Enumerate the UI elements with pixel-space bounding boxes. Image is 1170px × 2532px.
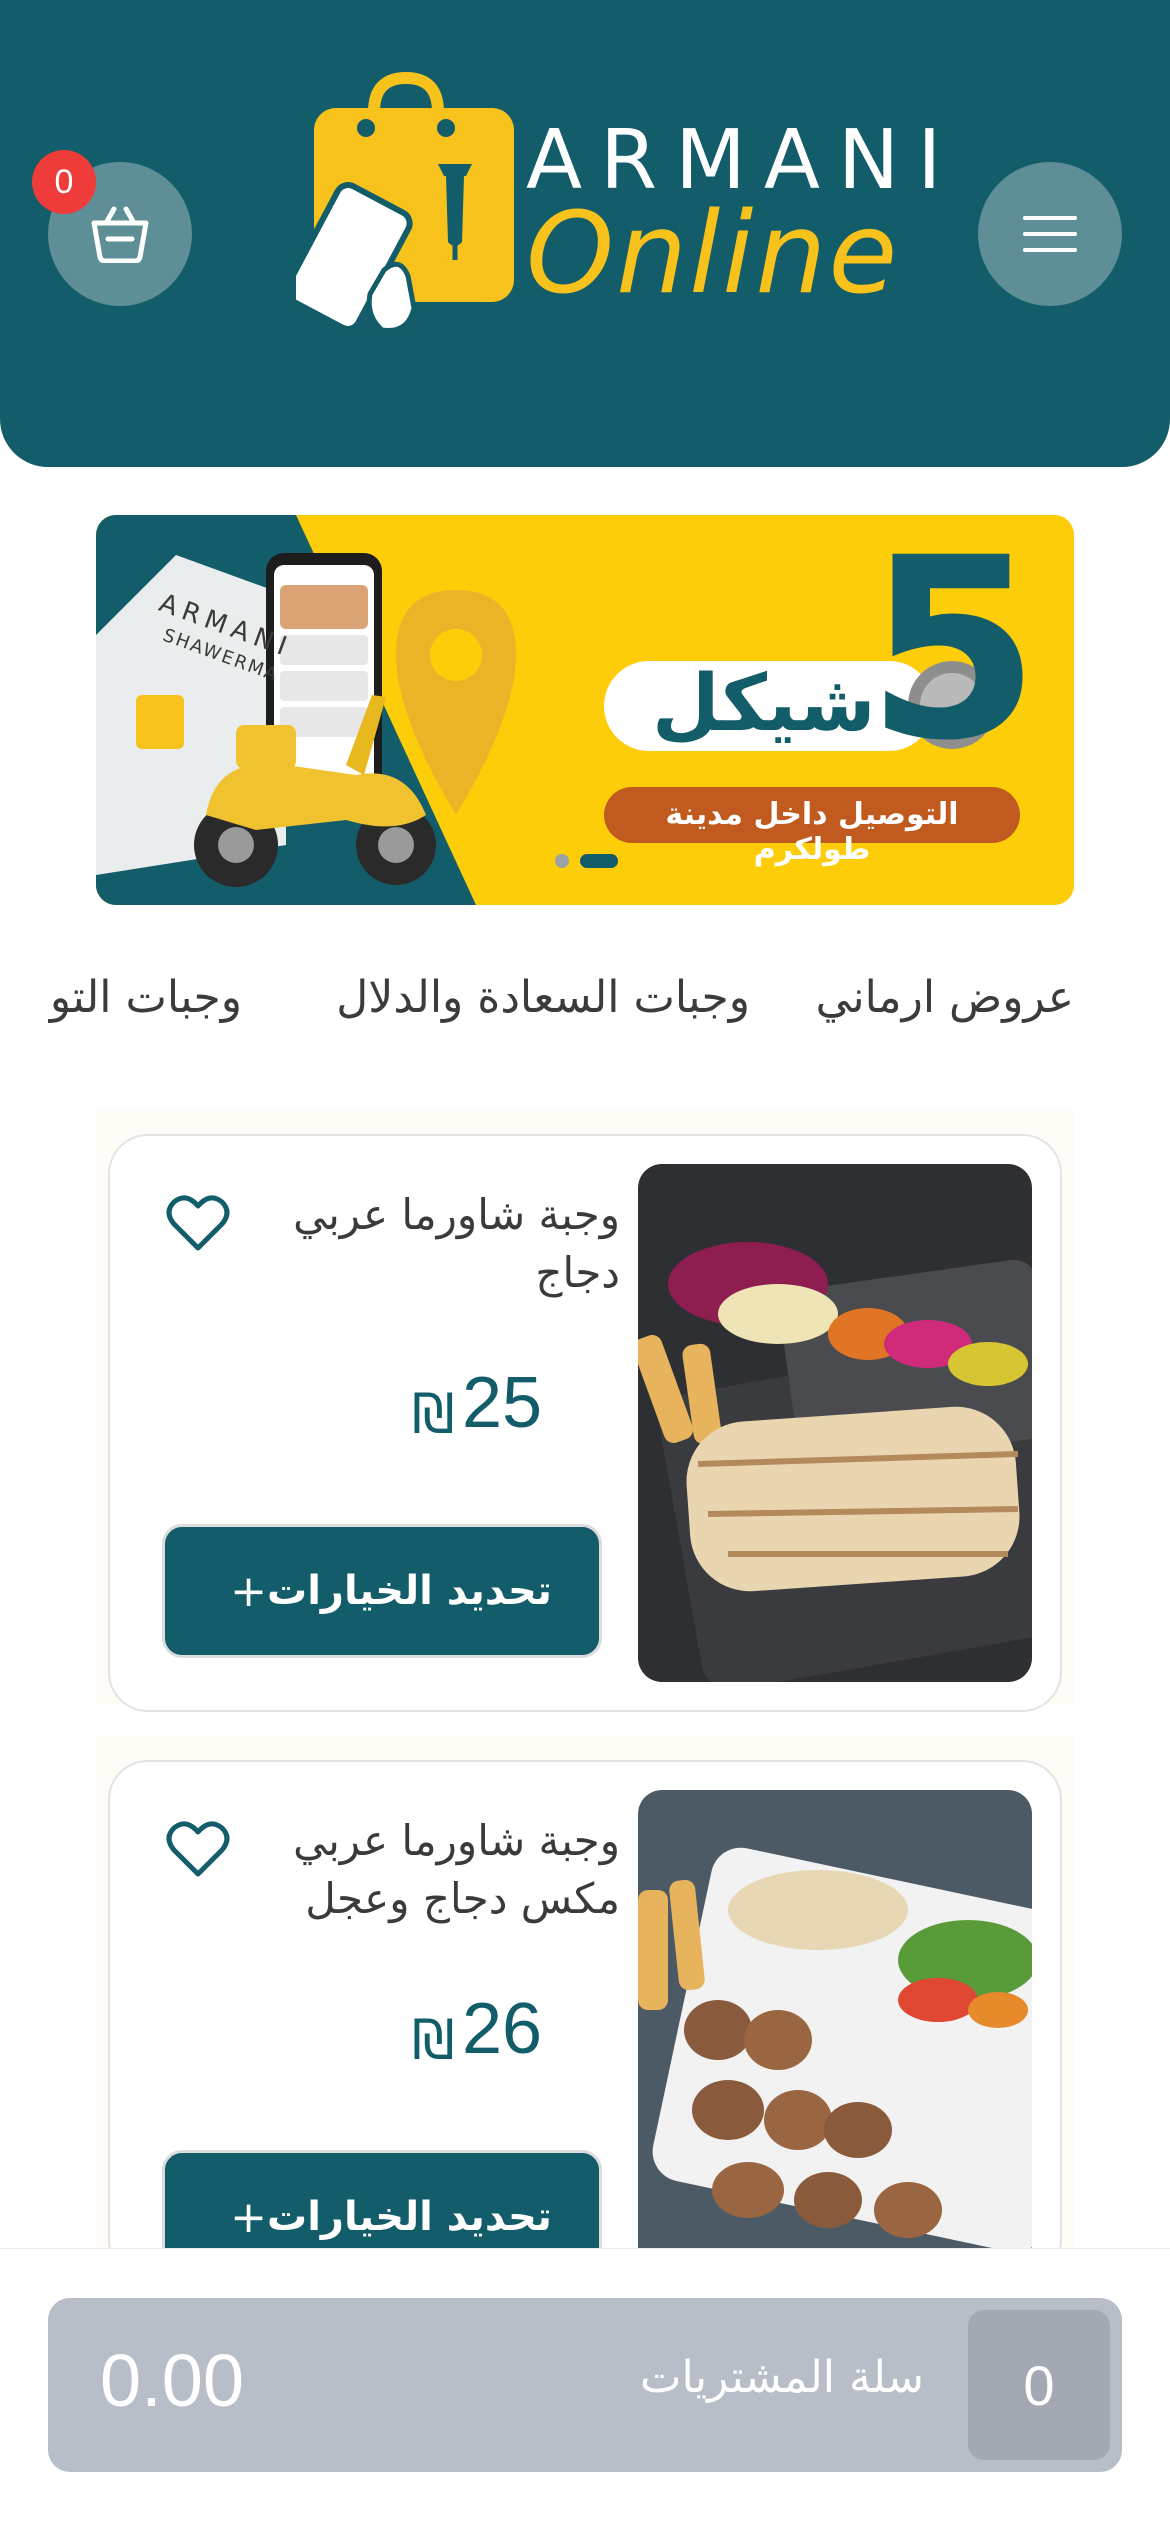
- menu-button[interactable]: [978, 162, 1122, 306]
- product-card[interactable]: وجبة شاورما عربي دجاج 25 ₪ تحديد الخيارا…: [108, 1134, 1062, 1712]
- product-price: 26: [462, 1988, 542, 2070]
- product-price-value: 25: [462, 1363, 543, 1443]
- currency-symbol: ₪: [412, 1382, 455, 1445]
- product-image[interactable]: [638, 1164, 1032, 1682]
- plus-icon: +: [230, 1565, 268, 1617]
- category-tabs: عروض ارماني وجبات السعادة والدلال وجبات …: [0, 972, 1170, 1062]
- product-image[interactable]: [638, 1790, 1032, 2282]
- banner-price-word: شيكل: [652, 659, 876, 749]
- product-price: 25: [462, 1362, 542, 1444]
- promo-banner[interactable]: 5 شيكل التوصيل داخل مدينة طولكرم ARMANI …: [96, 515, 1074, 905]
- armani-online-logo: ARMANI Online: [296, 72, 941, 342]
- product-price-value: 26: [462, 1989, 543, 2069]
- product-card[interactable]: وجبة شاورما عربي مكس دجاج وعجل 26 ₪ تحدي…: [108, 1760, 1062, 2284]
- select-options-button[interactable]: تحديد الخيارات +: [162, 1524, 602, 1658]
- select-options-label: تحديد الخيارات: [267, 1568, 552, 1614]
- shawarma-meal-photo: [638, 1164, 1032, 1682]
- basket-item-count: 0: [968, 2310, 1110, 2460]
- banner-delivery-text: التوصيل داخل مدينة طولكرم: [665, 797, 959, 867]
- category-tab-more[interactable]: وجبات التو: [50, 972, 242, 1023]
- logo-online-text: Online: [526, 189, 900, 319]
- plus-icon: +: [230, 2191, 268, 2243]
- category-tab-armani-offers[interactable]: عروض ارماني: [816, 972, 1074, 1023]
- favorite-heart-icon[interactable]: [166, 1194, 230, 1254]
- shopping-bag-logo-icon: [296, 72, 514, 334]
- category-tab-happiness-meals[interactable]: وجبات السعادة والدلال: [336, 972, 750, 1023]
- basket-summary-button[interactable]: 0.00 سلة المشتريات 0: [48, 2298, 1122, 2472]
- product-title: وجبة شاورما عربي مكس دجاج وعجل: [293, 1816, 620, 1923]
- basket-label: سلة المشتريات: [640, 2352, 924, 2403]
- banner-price-number: 5: [866, 515, 1040, 795]
- shawarma-mix-meal-photo: [638, 1790, 1032, 2282]
- favorite-heart-icon[interactable]: [166, 1820, 230, 1880]
- cart-count-badge: 0: [32, 150, 96, 214]
- select-options-label: تحديد الخيارات: [267, 2194, 552, 2240]
- basket-icon: [91, 206, 149, 263]
- basket-total: 0.00: [100, 2339, 245, 2422]
- currency-symbol: ₪: [412, 2008, 455, 2071]
- product-title: وجبة شاورما عربي دجاج: [293, 1190, 620, 1297]
- hamburger-icon: [1023, 216, 1077, 252]
